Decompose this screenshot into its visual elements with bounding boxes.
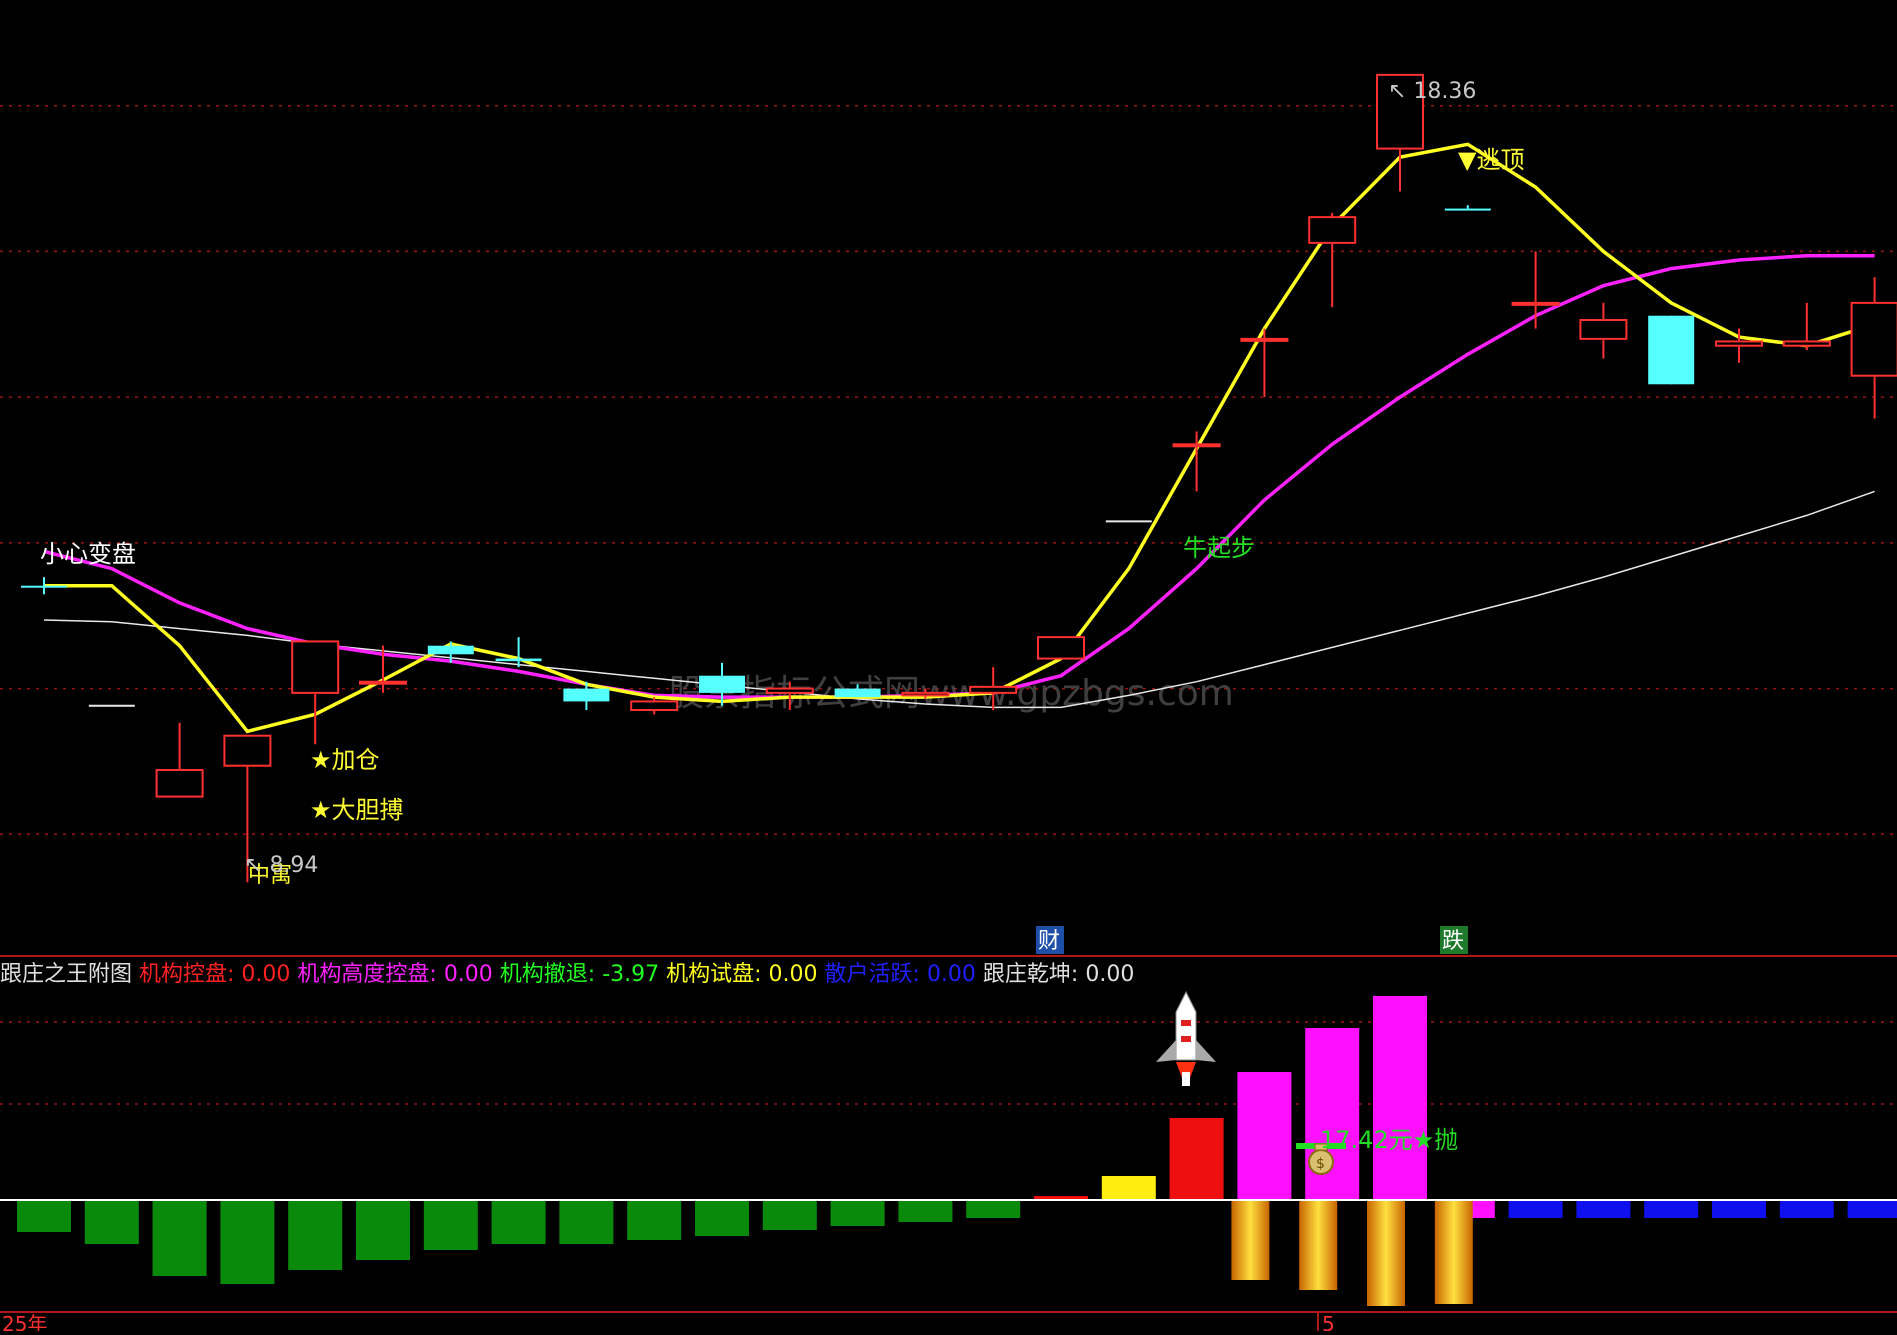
indicator-value-number: 0.00 (926, 962, 976, 987)
candle-body (291, 640, 340, 694)
indicator-orange-bar (1299, 1200, 1338, 1290)
svg-text:$: $ (1316, 1156, 1325, 1172)
badge-die: 跌 (1442, 929, 1464, 954)
candle-body (563, 688, 610, 702)
sell-label: 17.42元★抛 (1320, 1126, 1458, 1154)
indicator-value-number: 0.00 (768, 962, 818, 987)
indicator-info-bar: 跟庄之王附图 机构控盘: 0.00 机构高度控盘: 0.00 机构撤退: -3.… (0, 958, 1134, 992)
annotation-taoding: ▼逃顶 (1458, 146, 1524, 174)
indicator-value-number: 0.00 (1085, 962, 1135, 987)
indicator-value-label: 跟庄乾坤: (975, 962, 1086, 987)
indicator-bar (1237, 1072, 1292, 1200)
candle-body (699, 675, 745, 693)
indicator-bar (152, 1200, 207, 1276)
candle-body (1308, 216, 1357, 244)
annotation-xiaoxin: 小心变盘 (40, 540, 136, 568)
indicator-bar (898, 1200, 953, 1222)
candle-body (765, 687, 814, 694)
indicator-bar (695, 1200, 749, 1236)
indicator-bar (84, 1200, 139, 1244)
indicator-bar (491, 1200, 546, 1244)
indicator-value-number: 0.00 (443, 962, 493, 987)
indicator-bar (1101, 1176, 1156, 1200)
indicator-value-label: 散户活跃: (817, 962, 927, 987)
indicator-value-label: 机构撤退: (492, 962, 603, 987)
indicator-bar (1644, 1200, 1699, 1218)
low-price-label: ↖ 8.94 (244, 853, 318, 878)
indicator-bar (356, 1200, 410, 1260)
indicator-orange-bar (1367, 1200, 1405, 1306)
indicator-value-item: 机构试盘: 0.00 (659, 962, 817, 987)
candle-body (1782, 340, 1831, 347)
indicator-value-number: -3.97 (602, 962, 660, 987)
candle-body (1511, 301, 1560, 306)
badge-cai: 财 (1038, 929, 1060, 954)
indicator-value-label: 机构试盘: (659, 962, 769, 987)
high-price-label: ↖ 18.36 (1388, 79, 1476, 104)
candle-body (1037, 636, 1085, 660)
annotation-niuqibu: 牛起步 (1183, 534, 1255, 562)
indicator-bar (1576, 1200, 1631, 1218)
indicator-bar (220, 1200, 275, 1284)
candle-body (1240, 337, 1289, 342)
indicator-name: 跟庄之王附图 (0, 962, 133, 987)
candle-body (1715, 340, 1763, 347)
candle-body (1850, 301, 1897, 377)
candlestick-chart: 股票指标公式网www.gpzbgs.com 小心变盘 ★加仓 ★大胆搏 牛起步 … (0, 0, 1897, 1335)
candle-body (21, 585, 67, 588)
indicator-bar (1779, 1200, 1834, 1218)
xlabel-5: 5 (1322, 1312, 1335, 1331)
indicator-value-label: 机构高度控盘: (290, 962, 444, 987)
indicator-value-item: 机构撤退: -3.97 (493, 962, 659, 987)
indicator-bar (17, 1200, 71, 1232)
candle-body (901, 691, 950, 697)
candle-body (630, 700, 679, 712)
indicator-bar (627, 1200, 682, 1240)
candle-body (969, 685, 1018, 694)
indicator-bar (1169, 1118, 1224, 1200)
indicator-bar (966, 1200, 1021, 1218)
indicator-value-item: 机构控盘: 0.00 (139, 962, 290, 987)
indicator-value-item: 机构高度控盘: 0.00 (290, 962, 492, 987)
candle-body (1648, 315, 1695, 385)
indicator-value-label: 机构控盘: (139, 962, 242, 987)
candle-body (1444, 208, 1491, 211)
indicator-bar (1508, 1200, 1563, 1218)
candle-body (359, 680, 407, 685)
candle-body (223, 734, 272, 767)
indicator-bar (423, 1200, 478, 1250)
indicator-value-item: 跟庄乾坤: 0.00 (976, 962, 1134, 987)
candle-body (1579, 319, 1628, 340)
indicator-bar (288, 1200, 343, 1270)
indicator-value-item: 散户活跃: 0.00 (818, 962, 976, 987)
indicator-orange-bar (1231, 1200, 1270, 1280)
indicator-bar (1305, 1028, 1360, 1200)
indicator-bar (559, 1200, 614, 1244)
indicator-bar (1712, 1200, 1766, 1218)
indicator-value-number: 0.00 (241, 962, 291, 987)
candle-body (1172, 443, 1221, 448)
indicator-bar (1373, 996, 1427, 1200)
candle-body (834, 688, 881, 698)
candle-body (495, 658, 542, 662)
indicator-bar (1847, 1200, 1897, 1218)
indicator-bar (830, 1200, 885, 1226)
indicator-bar (762, 1200, 817, 1230)
xlabel-year: 25年 (2, 1312, 47, 1331)
candle-body (427, 645, 474, 655)
indicator-orange-bar (1434, 1200, 1473, 1304)
annotation-dadanbo: ★大胆搏 (310, 796, 404, 824)
candle-body (155, 769, 204, 798)
indicator-values: 机构控盘: 0.00 机构高度控盘: 0.00 机构撤退: -3.97 机构试盘… (139, 962, 1134, 987)
annotation-jiacang: ★加仓 (310, 746, 380, 774)
